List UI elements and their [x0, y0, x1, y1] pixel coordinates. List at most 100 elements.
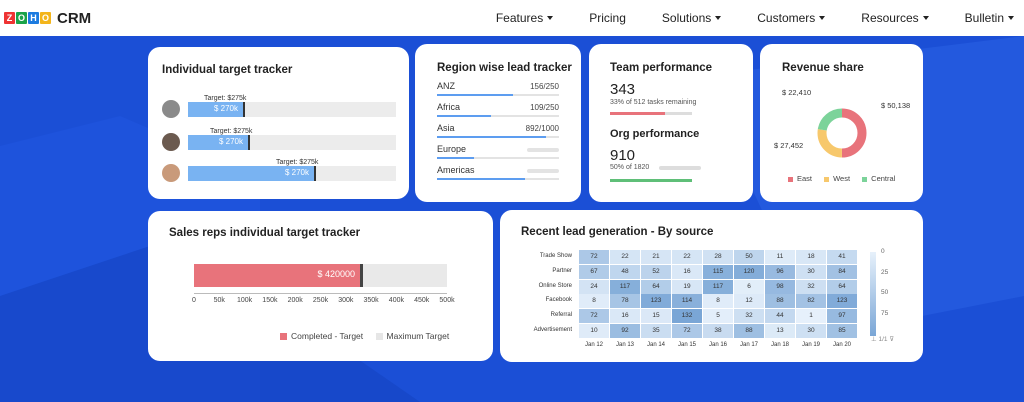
heatmap-cell[interactable]: 12: [734, 294, 764, 309]
region-name: ANZ: [437, 81, 455, 91]
region-bar-track: [437, 115, 559, 117]
heatmap-cell[interactable]: 92: [610, 324, 640, 338]
heatmap-cell[interactable]: 84: [827, 264, 857, 279]
scale-label: 25: [881, 268, 889, 276]
heatmap-cell[interactable]: 10: [579, 324, 609, 338]
heatmap-cell[interactable]: 11: [765, 250, 795, 264]
heatmap-cell[interactable]: 32: [734, 309, 764, 324]
pager[interactable]: ⊥ 1/1 ⊽: [871, 335, 894, 343]
heatmap-cell[interactable]: 19: [672, 279, 702, 294]
heatmap-cell[interactable]: 97: [827, 309, 857, 324]
heatmap-cell[interactable]: 30: [796, 264, 826, 279]
revenue-legend: East West Central: [788, 174, 895, 183]
nav-item-solutions[interactable]: Solutions: [661, 11, 722, 25]
org-note: 50% of 1820: [610, 164, 650, 171]
heatmap-cell[interactable]: 115: [703, 264, 733, 279]
heatmap-cell[interactable]: 82: [796, 294, 826, 309]
heatmap-cell[interactable]: 132: [672, 309, 702, 324]
heatmap-cell[interactable]: 98: [765, 279, 795, 294]
heatmap-col-label: Jan 19: [801, 342, 820, 348]
nav-label: Solutions: [661, 11, 712, 25]
legend-label: West: [833, 174, 851, 183]
heatmap-cell[interactable]: 22: [610, 250, 640, 264]
recent-lead-card: Recent lead generation - By source Trade…: [500, 210, 923, 362]
heatmap-cell[interactable]: 41: [827, 250, 857, 264]
heatmap-cell[interactable]: 16: [672, 264, 702, 279]
heatmap-cell[interactable]: 117: [610, 279, 640, 294]
heatmap-cell[interactable]: 72: [672, 324, 702, 338]
heatmap-cell[interactable]: 1: [796, 309, 826, 324]
heatmap-cell[interactable]: 18: [796, 250, 826, 264]
sales-legend: Completed - Target Maximum Target: [280, 331, 449, 341]
scale-label: 0: [881, 248, 885, 255]
region-bar-fill: [437, 115, 491, 117]
top-nav: ZOHO CRM Features Pricing Solutions Cust…: [0, 0, 1024, 36]
revenue-label-1: $ 22,410: [782, 88, 812, 97]
heatmap-cell[interactable]: 5: [703, 309, 733, 324]
heatmap-cell[interactable]: 114: [672, 294, 702, 309]
rep-bar-fill: $ 270k: [188, 166, 316, 181]
heatmap-cell[interactable]: 8: [703, 294, 733, 309]
region-name: Asia: [437, 123, 455, 133]
region-placeholder: [527, 148, 559, 152]
heatmap-row-label: Advertisement: [533, 327, 572, 333]
heatmap-cell[interactable]: 117: [703, 279, 733, 294]
heatmap-cell[interactable]: 123: [827, 294, 857, 309]
rep-target: Target: $275k: [210, 128, 253, 135]
region-bar-fill: [437, 94, 513, 96]
region-bar-fill: [437, 136, 546, 138]
heatmap-cell[interactable]: 88: [765, 294, 795, 309]
heatmap-cell[interactable]: 52: [641, 264, 671, 279]
org-progress-track: [659, 166, 701, 170]
heatmap-cell[interactable]: 24: [579, 279, 609, 294]
heatmap-cell[interactable]: 32: [796, 279, 826, 294]
region-name: Africa: [437, 102, 461, 112]
axis-tick-label: 50k: [213, 297, 225, 304]
nav-item-features[interactable]: Features: [495, 11, 554, 25]
heatmap-cell[interactable]: 96: [765, 264, 795, 279]
heatmap-cell[interactable]: 44: [765, 309, 795, 324]
heatmap-cell[interactable]: 8: [579, 294, 609, 309]
nav-label: Customers: [757, 11, 816, 25]
heatmap-cell[interactable]: 38: [703, 324, 733, 338]
nav-item-customers[interactable]: Customers: [757, 11, 826, 25]
nav-label: Bulletin: [964, 11, 1004, 25]
heatmap-row-label: Trade Show: [539, 253, 572, 259]
region-value: 892/1000: [525, 124, 559, 133]
heatmap-cell[interactable]: 72: [579, 309, 609, 324]
zoho-logo[interactable]: ZOHO CRM: [4, 10, 91, 27]
heatmap-cell[interactable]: 64: [641, 279, 671, 294]
crm-label: CRM: [57, 9, 92, 27]
heatmap-cell[interactable]: 28: [703, 250, 733, 264]
heatmap-cell[interactable]: 30: [796, 324, 826, 338]
heatmap-cell[interactable]: 78: [610, 294, 640, 309]
heatmap-cell[interactable]: 48: [610, 264, 640, 279]
nav-item-resources[interactable]: Resources: [861, 11, 929, 25]
heatmap-row-label: Referral: [550, 312, 572, 319]
heatmap-cell[interactable]: 72: [579, 250, 609, 264]
nav-label: Features: [495, 11, 544, 25]
heatmap-cell[interactable]: 50: [734, 250, 764, 264]
heatmap-cell[interactable]: 35: [641, 324, 671, 338]
heatmap-cell[interactable]: 67: [579, 264, 609, 279]
heatmap-cell[interactable]: 6: [734, 279, 764, 294]
org-title: Org performance: [610, 128, 700, 140]
region-value: 109/250: [530, 103, 559, 112]
heatmap-cell[interactable]: 21: [641, 250, 671, 264]
chevron-down-icon: [1008, 16, 1014, 20]
heatmap-cell[interactable]: 85: [827, 324, 857, 338]
heatmap-cell[interactable]: 64: [827, 279, 857, 294]
heatmap-cell[interactable]: 88: [734, 324, 764, 338]
legend-label: Completed - Target: [291, 331, 364, 341]
heatmap-cell[interactable]: 120: [734, 264, 764, 279]
heatmap-cell[interactable]: 22: [672, 250, 702, 264]
rep-avatar: [162, 164, 180, 182]
region-bar-track: [437, 136, 559, 138]
heatmap-cell[interactable]: 16: [610, 309, 640, 324]
axis-tick-label: 450k: [414, 297, 430, 304]
heatmap-cell[interactable]: 15: [641, 309, 671, 324]
heatmap-cell[interactable]: 13: [765, 324, 795, 338]
nav-item-bulletin[interactable]: Bulletin: [965, 11, 1014, 25]
nav-item-pricing[interactable]: Pricing: [589, 11, 626, 25]
heatmap-cell[interactable]: 123: [641, 294, 671, 309]
